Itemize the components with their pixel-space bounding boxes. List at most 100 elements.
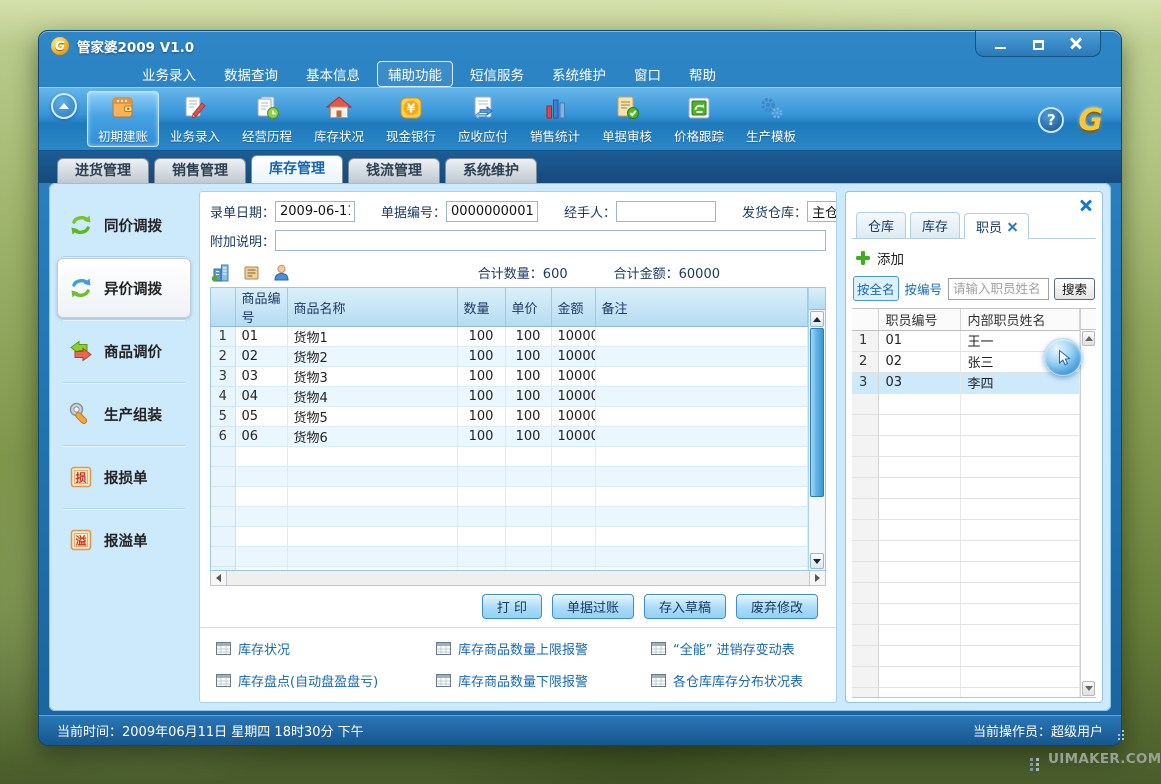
toolbar-item-production-template[interactable]: 生产模板 [735, 91, 807, 147]
link-stocktaking[interactable]: 库存盘点(自动盘盈盘亏) [216, 671, 436, 690]
warehouse-building-icon[interactable] [210, 262, 231, 283]
scroll-down-button[interactable] [1082, 681, 1095, 696]
col-header-employee-code[interactable]: 职员编号 [878, 309, 960, 330]
link-warehouse-distribution[interactable]: 各仓库库存分布状况表 [651, 671, 836, 690]
close-button[interactable] [1066, 36, 1086, 50]
menu-item-aux-functions[interactable]: 辅助功能 [377, 61, 453, 87]
scroll-left-button[interactable] [211, 571, 227, 585]
col-header-price[interactable]: 单价 [505, 288, 551, 327]
table-row[interactable]: 5 05 货物5 100 100 10000 [211, 407, 808, 427]
employee-row-empty [852, 540, 1080, 561]
toolbar-item-business-history[interactable]: 经营历程 [231, 91, 303, 147]
menu-item-basic-info[interactable]: 基本信息 [295, 61, 371, 87]
scroll-right-button[interactable] [809, 571, 825, 585]
tab-sales-management[interactable]: 销售管理 [154, 158, 246, 183]
sidebar-item-price-adjustment[interactable]: 商品调价 [57, 321, 191, 381]
search-button[interactable]: 搜索 [1054, 278, 1095, 300]
toolbar-item-price-tracking[interactable]: 价格跟踪 [663, 91, 735, 147]
maximize-button[interactable] [1028, 36, 1048, 50]
items-grid: 商品编号 商品名称 数量 单价 金额 备注 1 01 [210, 287, 826, 571]
toolbar-item-inventory-status[interactable]: 库存状况 [303, 91, 375, 147]
employee-scrollbar[interactable] [1080, 309, 1096, 697]
panel-close-icon[interactable] [1080, 199, 1092, 211]
vertical-scrollbar[interactable] [808, 288, 825, 570]
link-upper-limit-alert[interactable]: 库存商品数量上限报警 [436, 639, 651, 658]
toolbar-item-receivable-payable[interactable]: 应收应付 [447, 91, 519, 147]
link-all-in-one-flow-report[interactable]: “全能” 进销存变动表 [651, 639, 836, 658]
sidebar-item-label: 生产组装 [104, 404, 162, 425]
handler-input[interactable] [616, 201, 716, 222]
tab-inventory-management[interactable]: 库存管理 [251, 155, 343, 183]
employee-person-icon[interactable] [272, 263, 291, 282]
table-row[interactable]: 3 03 货物3 100 100 10000 [211, 367, 808, 387]
date-input[interactable] [275, 201, 355, 222]
help-icon[interactable]: ? [1038, 107, 1064, 133]
menu-item-help[interactable]: 帮助 [678, 61, 727, 87]
col-header-note[interactable]: 备注 [595, 288, 808, 327]
toolbar-item-cash-bank[interactable]: ¥ 现金银行 [375, 91, 447, 147]
scroll-up-button[interactable] [1082, 331, 1095, 346]
employee-table: 职员编号 内部职员姓名 1 01 王一 2 [852, 309, 1080, 698]
warehouse-input[interactable] [807, 201, 837, 222]
menu-item-sms-service[interactable]: 短信服务 [459, 61, 535, 87]
add-employee-button[interactable]: 添加 [852, 239, 1096, 274]
post-document-button[interactable]: 单据过账 [552, 594, 634, 619]
employee-row-empty [852, 435, 1080, 456]
toolbar-item-business-entry[interactable]: 业务录入 [159, 91, 231, 147]
tab-close-icon[interactable] [1008, 222, 1017, 231]
goods-box-icon[interactable] [242, 263, 261, 282]
scrollbar-track[interactable] [1081, 347, 1096, 680]
tab-employee[interactable]: 职员 [964, 213, 1029, 239]
col-header-amount[interactable]: 金额 [551, 288, 595, 327]
employee-search-input[interactable] [948, 278, 1049, 300]
scroll-up-button[interactable] [810, 311, 824, 327]
toolbar-item-sales-stats[interactable]: 销售统计 [519, 91, 591, 147]
print-button[interactable]: 打 印 [482, 594, 542, 619]
report-grid-icon [651, 642, 666, 655]
minimize-button[interactable] [990, 36, 1010, 50]
toolbar-item-document-audit[interactable]: 单据审核 [591, 91, 663, 147]
note-input[interactable] [275, 230, 826, 251]
table-row[interactable]: 4 04 货物4 100 100 10000 [211, 387, 808, 407]
sidebar-item-diff-price-transfer[interactable]: 异价调拨 [57, 258, 191, 318]
link-lower-limit-alert[interactable]: 库存商品数量下限报警 [436, 671, 651, 690]
price-track-icon [684, 93, 714, 123]
menu-item-system-maintenance[interactable]: 系统维护 [541, 61, 617, 87]
menu-item-business-entry[interactable]: 业务录入 [131, 61, 207, 87]
title-bar: G 管家婆2009 V1.0 [39, 31, 1121, 61]
sidebar-item-production-assembly[interactable]: 生产组装 [57, 384, 191, 444]
scrollbar-track[interactable] [809, 497, 825, 552]
divider [63, 256, 185, 257]
tab-cashflow-management[interactable]: 钱流管理 [348, 158, 440, 183]
resize-grip[interactable] [1114, 738, 1116, 740]
filter-by-name-button[interactable]: 按全名 [853, 276, 899, 301]
collapse-toolbar-button[interactable] [51, 93, 77, 119]
table-row[interactable]: 2 02 货物2 100 100 10000 [211, 347, 808, 367]
doc-number-input[interactable] [446, 201, 538, 222]
link-inventory-status[interactable]: 库存状况 [216, 639, 436, 658]
col-header-name[interactable]: 商品名称 [287, 288, 457, 327]
discard-changes-button[interactable]: 废弃修改 [736, 594, 818, 619]
menu-item-data-query[interactable]: 数据查询 [213, 61, 289, 87]
col-header-qty[interactable]: 数量 [457, 288, 505, 327]
employee-row-selected[interactable]: 3 03 李四 [852, 372, 1080, 393]
tab-inventory[interactable]: 库存 [910, 212, 960, 238]
toolbar-item-initial-setup[interactable]: 初期建账 [87, 91, 159, 147]
sidebar-item-overflow-report[interactable]: 溢 报溢单 [57, 510, 191, 570]
tab-warehouse[interactable]: 仓库 [856, 212, 906, 238]
scroll-down-button[interactable] [810, 553, 824, 569]
sidebar-item-loss-report[interactable]: 损 报损单 [57, 447, 191, 507]
horizontal-scrollbar[interactable] [210, 571, 826, 586]
table-row[interactable]: 1 01 货物1 100 100 10000 [211, 327, 808, 347]
brand-logo-icon: G [1078, 103, 1103, 138]
col-header-employee-name[interactable]: 内部职员姓名 [960, 309, 1080, 330]
filter-by-code-button[interactable]: 按编号 [904, 277, 944, 300]
table-row[interactable]: 6 06 货物6 100 100 10000 [211, 427, 808, 447]
sidebar-item-same-price-transfer[interactable]: 同价调拨 [57, 195, 191, 255]
col-header-code[interactable]: 商品编号 [235, 288, 287, 327]
save-draft-button[interactable]: 存入草稿 [644, 594, 726, 619]
tab-system-maintenance[interactable]: 系统维护 [445, 158, 537, 183]
tab-purchase-management[interactable]: 进货管理 [57, 158, 149, 183]
menu-item-window[interactable]: 窗口 [623, 61, 672, 87]
scrollbar-thumb[interactable] [810, 328, 824, 497]
